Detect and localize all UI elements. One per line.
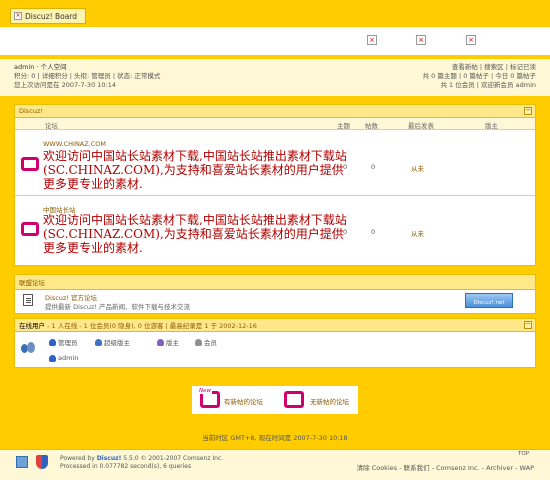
union-header: 联盟论坛 [15,275,535,290]
col-topics: 主题 [337,122,350,130]
shield-icon[interactable] [36,455,48,469]
online-body: 管理员 超级版主 版主 会员 admin [15,332,535,365]
member-user-icon [195,338,202,346]
new-tag: New [198,388,212,394]
footer-credits: Powered by Discuz! 5.5.0 © 2001-2007 Com… [60,455,224,470]
broken-image-icon[interactable]: × [367,35,377,45]
forum-name[interactable]: WWW.CHINAZ.COM [43,140,106,148]
forum-legend: New 有新帖的论坛 无新帖的论坛 [192,386,358,414]
space-link[interactable]: · 个人空间 [36,63,66,71]
online-stats: - 1 人在线 - 1 位会员(0 隐身), 0 位游客 | 最高纪录是 1 于… [47,322,257,330]
col-posts: 帖数 [365,122,378,130]
column-header: 论坛 主题 帖数 最后发表 版主 [15,118,535,130]
last-post: 从未 [411,230,424,238]
last-visit: 您上次访问是在 2007-7-30 10:14 [14,81,117,89]
legend-admin: 管理员 [49,337,78,347]
post-count: 0 [371,163,376,171]
online-header: 在线用户 - 1 人在线 - 1 位会员(0 隐身), 0 位游客 | 最高纪录… [15,319,535,332]
document-icon [23,294,33,306]
mod-user-icon [157,338,164,346]
forum-row: 中国站长站 欢迎访问中国站长站素材下载,中国站长站推出素材下载站(SC.CHIN… [15,196,535,266]
member-stats: 共 1 位会员 | 欢迎新会员 admin [440,81,536,89]
broken-image-icon[interactable]: × [466,35,476,45]
forum-status-icon [21,157,39,171]
board-stats: 查看新帖 | 搜索区 | 标记已读 共 0 篇主题 | 0 篇帖子 | 今日 0… [423,63,536,90]
legend-member: 会员 [195,337,217,347]
processed-info: Processed in 0.077782 second(s), 6 queri… [60,463,192,470]
admin-user-icon [49,354,56,362]
col-lastpost: 最后发表 [408,122,434,130]
category-header: Discuz! − [15,105,535,118]
union-title: 联盟论坛 [19,279,45,287]
no-new-posts-icon [284,391,304,408]
legend-supermod: 超级版主 [95,337,130,347]
forum-status-icon [21,222,39,236]
top-link[interactable]: TOP [518,451,529,457]
timezone-info: 当前时区 GMT+8, 现在时间是 2007-7-30 10:18 [202,434,348,442]
user-stats: 积分: 0 | 详细积分 | 头衔: 管理员 | 状态: 正常模式 [14,72,161,80]
union-forum-desc: 提供最新 Discuz! 产品新闻、软件下载与技术交流 [45,303,191,311]
supermod-user-icon [95,338,102,346]
col-forum: 论坛 [45,122,58,130]
union-forums: 联盟论坛 Discuz! 官方论坛 提供最新 Discuz! 产品新闻、软件下载… [14,274,536,314]
forum-description: 欢迎访问中国站长站素材下载,中国站长站推出素材下载站(SC.CHINAZ.COM… [43,149,347,191]
footer-links[interactable]: 清除 Cookies - 联系我们 - Comsenz Inc. - Archi… [357,462,534,472]
category-title[interactable]: Discuz! [19,107,43,115]
post-count: 0 [371,228,376,236]
forum-row: WWW.CHINAZ.COM 欢迎访问中国站长站素材下载,中国站长站推出素材下载… [15,130,535,196]
online-users: 在线用户 - 1 人在线 - 1 位会员(0 隐身), 0 位游客 | 最高纪录… [14,318,536,368]
forum-category: Discuz! − 论坛 主题 帖数 最后发表 版主 WWW.CHINAZ.CO… [14,104,536,266]
user-info: admin · 个人空间 积分: 0 | 详细积分 | 头衔: 管理员 | 状态… [14,63,160,90]
top-bar [0,0,550,6]
online-title: 在线用户 [19,322,45,330]
new-posts-label: 有新帖的论坛 [224,398,263,406]
online-user[interactable]: admin [49,354,78,362]
forum-description: 欢迎访问中国站长站素材下载,中国站长站推出素材下载站(SC.CHINAZ.COM… [43,213,347,255]
brand-link[interactable]: Discuz! [97,455,122,462]
username-link[interactable]: admin [14,63,34,71]
site-logo[interactable]: × Discuz! Board [10,8,86,24]
broken-image-icon: × [14,12,22,20]
search-icon[interactable] [16,456,28,468]
logo-text: Discuz! Board [25,11,78,21]
col-moderator: 版主 [485,122,498,130]
admin-user-icon [49,338,56,346]
users-icon [21,342,35,354]
minus-icon[interactable]: − [524,321,532,329]
union-row: Discuz! 官方论坛 提供最新 Discuz! 产品新闻、软件下载与技术交流… [15,290,535,312]
broken-image-icon[interactable]: × [416,35,426,45]
last-post: 从未 [411,165,424,173]
quick-links[interactable]: 查看新帖 | 搜索区 | 标记已读 [423,63,536,72]
minus-icon[interactable]: − [524,107,532,115]
no-new-posts-label: 无新帖的论坛 [310,398,349,406]
legend-mod: 版主 [157,337,179,347]
topic-count: 0 [343,163,348,171]
post-stats: 共 0 篇主题 | 0 篇帖子 | 今日 0 篇帖子 [422,72,536,80]
union-banner[interactable]: Discuz!.net [465,293,513,308]
topic-count: 0 [343,228,348,236]
